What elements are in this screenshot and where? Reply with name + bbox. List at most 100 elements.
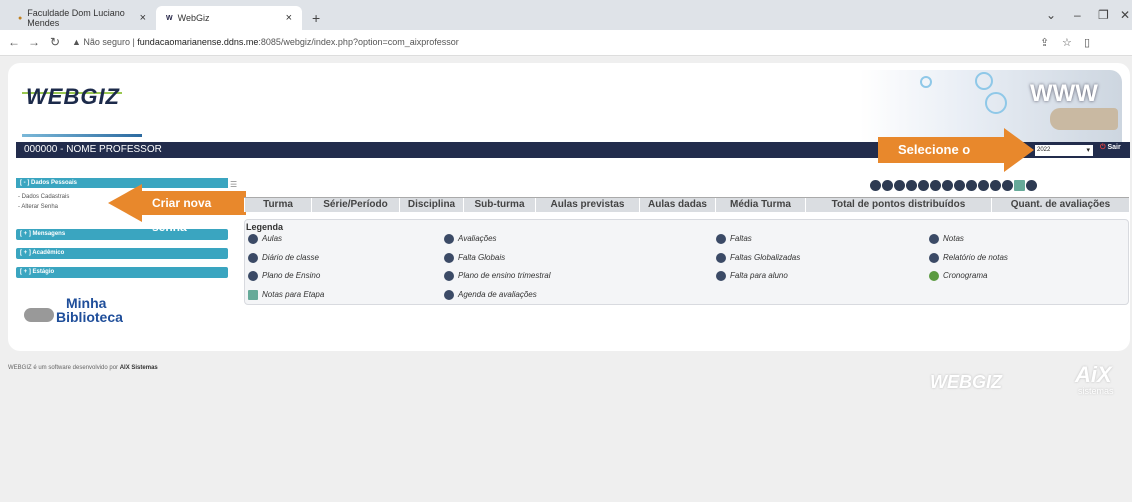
deco-circle: [985, 92, 1007, 114]
legend-falta-globais: Falta Globais: [444, 253, 505, 263]
faltas-globalizadas-icon[interactable]: [942, 180, 953, 191]
logout-button[interactable]: ⏻ Sair: [1100, 144, 1121, 152]
sidebar-link-dados-cadastrais[interactable]: - Dados Cadastrais: [18, 194, 69, 200]
avaliacoes-icon: [444, 234, 454, 244]
period-select[interactable]: 2022 ▾: [1035, 145, 1093, 156]
close-window-icon[interactable]: ✕: [1120, 8, 1130, 22]
tab-title: WebGiz: [177, 13, 210, 23]
callout-arrow-right: [1004, 128, 1034, 172]
plano-ensino-icon[interactable]: [966, 180, 977, 191]
minimize-icon[interactable]: ⌄: [1046, 8, 1056, 22]
deco-circle: [975, 72, 993, 90]
faltas-globalizadas-icon: [716, 253, 726, 263]
browser-tab-strip: ● Faculdade Dom Luciano Mendes × W WebGi…: [0, 0, 1132, 30]
grid-header: Turma Série/Período Disciplina Sub-turma…: [244, 197, 1129, 212]
legend-title: Legenda: [246, 222, 284, 232]
notas-icon: [929, 234, 939, 244]
col-disciplina[interactable]: Disciplina: [399, 198, 463, 212]
plano-trimestral-icon: [444, 271, 454, 281]
plano-trimestral-icon[interactable]: [978, 180, 989, 191]
falta-aluno-icon: [716, 271, 726, 281]
falta-globais-icon[interactable]: [930, 180, 941, 191]
www-deco: WWW: [1030, 80, 1098, 107]
minimize-window-icon[interactable]: –: [1074, 8, 1081, 22]
url-path: :8085/webgiz/index.php?option=com_aixpro…: [258, 37, 459, 47]
sidebar-item-academico[interactable]: [ + ] Acadêmico: [16, 248, 228, 259]
cronograma-icon[interactable]: [1002, 180, 1013, 191]
relatorio-icon[interactable]: [954, 180, 965, 191]
bookmark-star-icon[interactable]: ☆: [1062, 36, 1072, 49]
falta-globais-icon: [444, 253, 454, 263]
webgiz-logo: WEBGIZ: [26, 84, 120, 109]
notas-etapa-icon: [248, 290, 258, 300]
callout-arrow-left: [108, 184, 142, 222]
legend-panel: Legenda Aulas Avaliações Faltas Notas Di…: [244, 219, 1129, 305]
warning-icon: ▲: [72, 37, 84, 47]
browser-tab-webgiz[interactable]: W WebGiz ×: [156, 6, 302, 30]
notas-icon[interactable]: [906, 180, 917, 191]
address-bar: ← → ↻ ▲ Não seguro | fundacaomarianense.…: [0, 30, 1132, 56]
agenda-icon[interactable]: [1026, 180, 1037, 191]
col-aulas-dadas[interactable]: Aulas dadas: [639, 198, 715, 212]
col-subturma[interactable]: Sub-turma: [463, 198, 535, 212]
logout-label: Sair: [1107, 144, 1121, 151]
col-turma[interactable]: Turma: [244, 198, 311, 212]
aulas-icon: [248, 234, 258, 244]
falta-aluno-icon[interactable]: [990, 180, 1001, 191]
collapse-sidebar-icon[interactable]: ☰: [230, 180, 237, 189]
sidebar-item-mensagens[interactable]: [ + ] Mensagens: [16, 229, 228, 240]
biblioteca-label: Biblioteca: [56, 309, 123, 325]
logo-arrow-line: [22, 134, 142, 137]
url-field[interactable]: ▲ Não seguro | fundacaomarianense.ddns.m…: [72, 37, 459, 47]
col-aulas-previstas[interactable]: Aulas previstas: [535, 198, 639, 212]
tab-title: Faculdade Dom Luciano Mendes: [27, 8, 125, 28]
reload-icon[interactable]: ↻: [50, 35, 60, 49]
sidebar-link-alterar-senha[interactable]: - Alterar Senha: [18, 204, 58, 210]
action-icon-row: [870, 178, 1038, 191]
notas-etapa-icon[interactable]: [1014, 180, 1025, 191]
senha-callout: Criar nova senha: [142, 191, 246, 234]
legend-plano-trimestral: Plano de ensino trimestral: [444, 271, 551, 281]
cronograma-icon: [929, 271, 939, 281]
legend-falta-aluno: Falta para aluno: [716, 271, 788, 281]
relatorio-icon: [929, 253, 939, 263]
legend-faltas: Faltas: [716, 234, 752, 244]
legend-avaliacoes: Avaliações: [444, 234, 497, 244]
power-icon: ⏻: [1100, 144, 1106, 151]
new-tab-button[interactable]: +: [312, 10, 320, 26]
period-value: 2022: [1037, 147, 1051, 153]
favicon-icon: ●: [18, 14, 23, 22]
diario-icon[interactable]: [918, 180, 929, 191]
browser-tab-faculdade[interactable]: ● Faculdade Dom Luciano Mendes ×: [8, 6, 156, 30]
faltas-icon[interactable]: [894, 180, 905, 191]
sidepanel-icon[interactable]: ▯: [1084, 36, 1090, 49]
diario-icon: [248, 253, 258, 263]
tab-close-icon[interactable]: ×: [140, 12, 146, 24]
cloud-icon: [24, 308, 54, 322]
col-quant-avaliacoes[interactable]: Quant. de avaliações: [991, 198, 1129, 212]
url-host: fundacaomarianense.ddns.me: [137, 37, 259, 47]
col-serie[interactable]: Série/Período: [311, 198, 399, 212]
forward-icon[interactable]: →: [28, 35, 40, 49]
professor-name: 000000 - NOME PROFESSOR: [24, 144, 162, 155]
legend-aulas: Aulas: [248, 234, 282, 244]
agenda-icon: [444, 290, 454, 300]
sidebar-item-estagio[interactable]: [ + ] Estágio: [16, 267, 228, 278]
avaliacoes-icon[interactable]: [882, 180, 893, 191]
legend-plano-ensino: Plano de Ensino: [248, 271, 320, 281]
share-icon[interactable]: ⇪: [1040, 36, 1049, 49]
footer-company-link[interactable]: AIX Sistemas: [120, 365, 158, 371]
legend-diario: Diário de classe: [248, 253, 319, 263]
col-total-pontos[interactable]: Total de pontos distribuídos: [805, 198, 991, 212]
footer-sistemas-label: sistemas: [1078, 386, 1114, 396]
col-media[interactable]: Média Turma: [715, 198, 805, 212]
plano-ensino-icon: [248, 271, 258, 281]
tab-close-icon[interactable]: ×: [286, 12, 292, 24]
back-icon[interactable]: ←: [8, 35, 20, 49]
minha-biblioteca-link[interactable]: Minha Biblioteca: [24, 295, 134, 330]
chevron-down-icon: ▾: [1086, 147, 1090, 154]
hand-image: [1050, 108, 1118, 130]
restore-window-icon[interactable]: ❐: [1098, 8, 1109, 22]
aulas-icon[interactable]: [870, 180, 881, 191]
period-callout: Selecione o período: [878, 137, 1004, 183]
